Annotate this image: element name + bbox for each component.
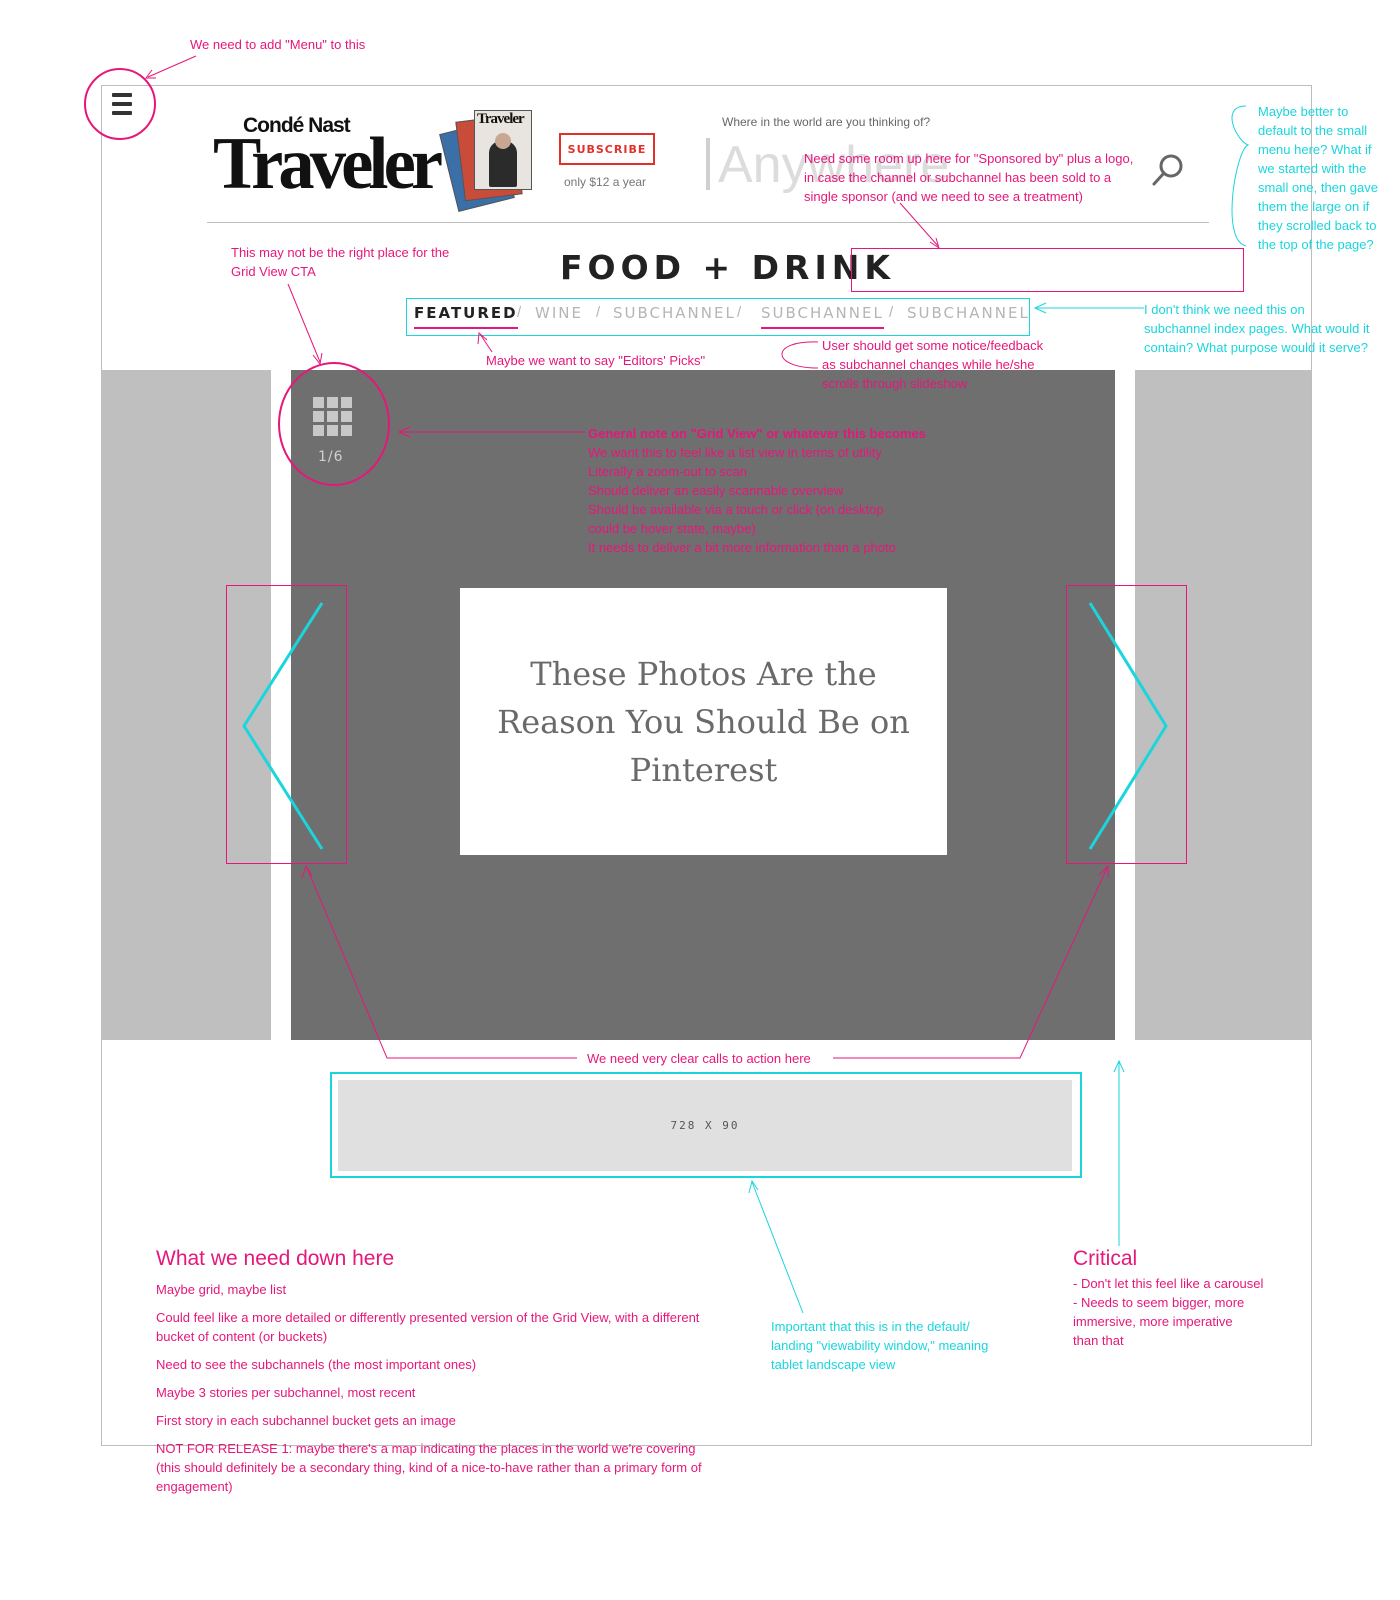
grid-icon[interactable] [313,397,353,437]
subnav-item-featured[interactable]: FEATURED [414,304,518,329]
subnav-separator: / [889,304,894,321]
magazine-cover-image[interactable]: Traveler [439,106,544,212]
subscribe-price: only $12 a year [564,175,647,189]
search-cursor [706,138,710,190]
annotation-sponsor: Need some room up here for "Sponsored by… [804,151,1134,204]
subnav-item-subchannel-3[interactable]: SUBCHANNEL [907,304,1030,327]
next-slide-button[interactable] [1066,585,1187,864]
annotation-viewability: Important that this is in the default/la… [771,1319,989,1372]
search-label: Where in the world are you thinking of? [722,115,931,129]
menu-button[interactable] [84,68,156,140]
previous-slide-button[interactable] [226,585,347,864]
annotation-subnav-purpose: I don't think we need this on subchannel … [1144,302,1370,355]
magazine-title: Traveler [477,111,525,127]
annotation-grid-view-note: General note on "Grid View" or whatever … [588,426,926,555]
search-icon[interactable] [1150,152,1186,188]
subchannel-nav: FEATURED / WINE / SUBCHANNEL / SUBCHANNE… [406,298,1030,336]
subnav-item-subchannel-1[interactable]: SUBCHANNEL [613,304,736,327]
annotation-down-here: What we need down here Maybe grid, maybe… [156,1247,702,1494]
slide-counter: 1/6 [318,449,344,465]
sponsor-placeholder [851,248,1244,292]
annotation-grid-cta-place: This may not be the right place for the G… [231,245,450,279]
annotation-editors-picks: Maybe we want to say "Editors' Picks" [486,353,706,368]
slide-caption: These Photos Are the Reason You Should B… [497,654,910,789]
subnav-item-wine[interactable]: WINE [535,304,583,327]
subscribe-button[interactable]: SUBSCRIBE [559,133,655,165]
channel-title: FOOD + DRINK [560,248,895,287]
annotation-menu: We need to add "Menu" to this [190,37,366,52]
annotation-subchannel-feedback: User should get some notice/feedback as s… [822,338,1044,391]
chevron-left-icon [242,602,324,850]
chevron-right-icon [1088,602,1168,850]
header-divider [207,222,1209,223]
subnav-separator: / [737,304,742,321]
slide-caption-card[interactable]: These Photos Are the Reason You Should B… [460,588,947,855]
subnav-separator: / [596,304,601,321]
ad-slot-728x90[interactable]: 728 X 90 [338,1080,1072,1171]
subnav-separator: / [517,304,522,321]
subnav-item-subchannel-2[interactable]: SUBCHANNEL [761,304,884,329]
annotation-critical: Critical - Don't let this feel like a ca… [1073,1247,1264,1348]
site-logo[interactable]: Condé Nast Traveler [213,115,443,202]
logo-main-text: Traveler [213,123,443,205]
annotation-calls-to-action: We need very clear calls to action here [587,1051,811,1066]
annotation-small-menu: Maybe better to default to the small menu … [1258,104,1378,252]
